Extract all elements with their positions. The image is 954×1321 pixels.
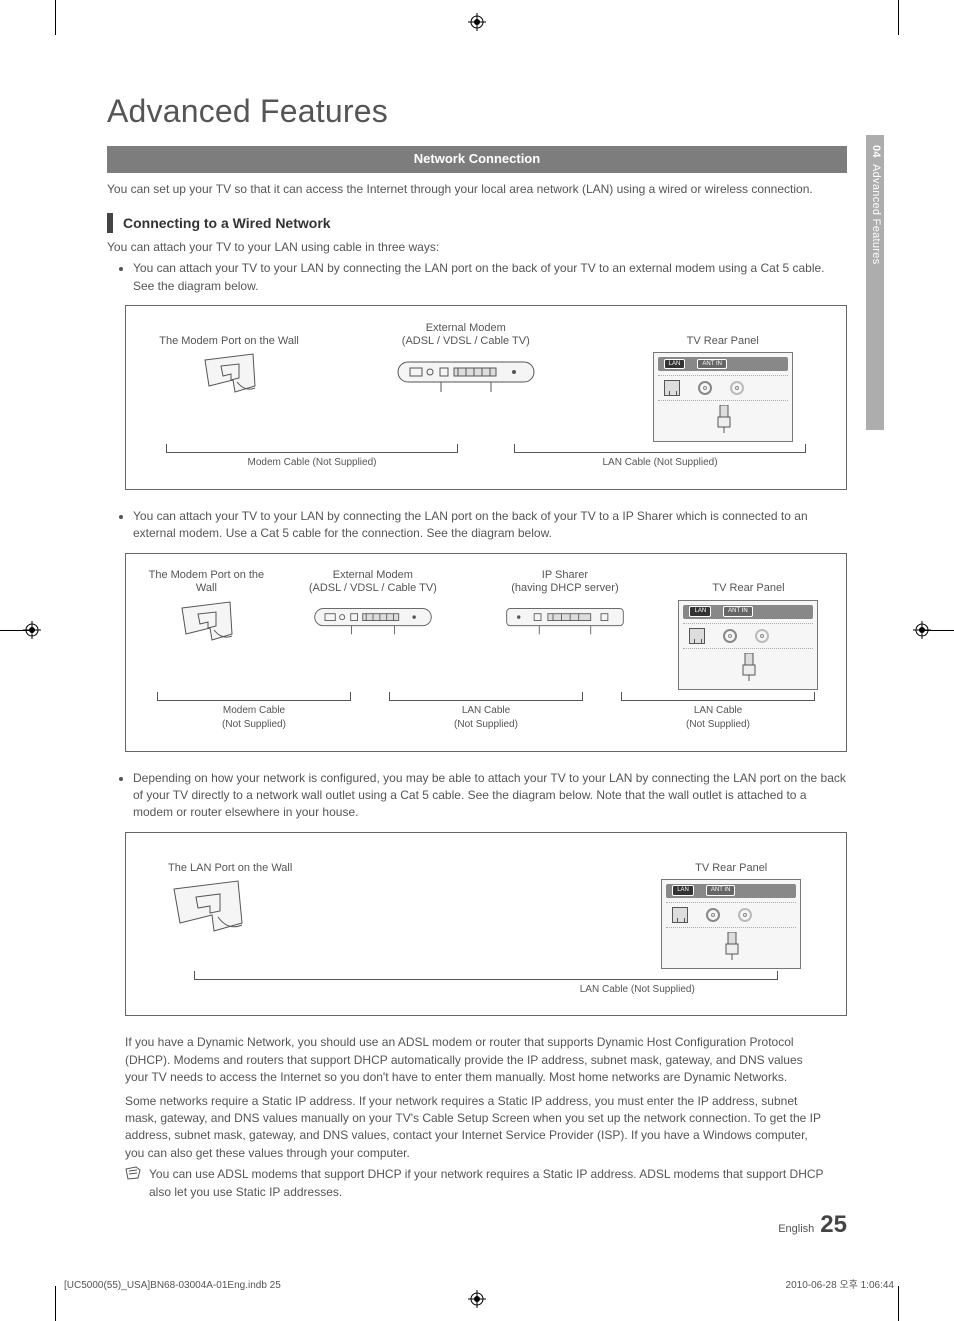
sub-heading-label: Connecting to a Wired Network — [123, 213, 331, 233]
tv-panel-label: TV Rear Panel — [695, 847, 767, 875]
wall-port-label: The Modem Port on the Wall — [159, 320, 299, 348]
side-tab: 04 Advanced Features — [866, 135, 884, 430]
modem-sublabel: (ADSL / VDSL / Cable TV) — [402, 335, 530, 348]
sharer-sublabel: (having DHCP server) — [511, 582, 618, 595]
page-content: Advanced Features Network Connection You… — [107, 88, 847, 1243]
sharer-label: IP Sharer — [511, 569, 618, 582]
list-item: You can attach your TV to your LAN by co… — [133, 260, 847, 295]
sub-heading: Connecting to a Wired Network — [107, 213, 847, 233]
page-number: 25 — [820, 1208, 847, 1243]
wall-jack-icon — [199, 352, 259, 406]
tv-rear-panel-icon: LANANT IN — [678, 600, 818, 690]
wall-jack-icon — [176, 600, 236, 654]
tv-panel-label: TV Rear Panel — [687, 320, 759, 348]
footer-lang: English — [778, 1222, 814, 1238]
cable-label: Modem Cable (Not Supplied) — [138, 692, 370, 733]
list-item: Depending on how your network is configu… — [133, 770, 847, 822]
wall-port-label: The Modem Port on the Wall — [138, 568, 275, 596]
bullet-list: You can attach your TV to your LAN by co… — [107, 508, 847, 543]
page-footer: English 25 — [778, 1208, 847, 1243]
side-tab-label: Advanced Features — [867, 164, 883, 265]
cable-label: Modem Cable (Not Supplied) — [138, 444, 486, 471]
registration-mark-icon — [22, 620, 42, 640]
lead-text: You can attach your TV to your LAN using… — [107, 239, 847, 256]
paragraph: If you have a Dynamic Network, you shoul… — [125, 1034, 829, 1086]
print-timestamp: 2010-06-28 오후 1:06:44 — [786, 1279, 894, 1294]
note-icon — [125, 1166, 141, 1201]
print-footer: [UC5000(55)_USA]BN68-03004A-01Eng.indb 2… — [64, 1279, 894, 1294]
cable-label: LAN Cable (Not Supplied) — [486, 444, 834, 471]
diagram-2: The Modem Port on the Wall External Mode… — [125, 553, 847, 752]
diagram-1: The Modem Port on the Wall External Mode… — [125, 305, 847, 490]
cable-label: LAN Cable (Not Supplied) — [602, 692, 834, 733]
modem-sublabel: (ADSL / VDSL / Cable TV) — [309, 582, 437, 595]
tv-rear-panel-icon: LANANT IN — [661, 879, 801, 969]
section-bar: Network Connection — [107, 146, 847, 173]
wall-port-label: The LAN Port on the Wall — [168, 847, 292, 875]
print-file: [UC5000(55)_USA]BN68-03004A-01Eng.indb 2… — [64, 1279, 281, 1294]
bullet-list: Depending on how your network is configu… — [107, 770, 847, 822]
wall-jack-icon — [168, 879, 248, 945]
modem-label: External Modem — [402, 322, 530, 335]
page-title: Advanced Features — [107, 88, 847, 134]
intro-text: You can set up your TV so that it can ac… — [107, 181, 847, 198]
ip-sharer-icon — [500, 600, 630, 642]
print-sheet: 04 Advanced Features Advanced Features N… — [0, 0, 954, 1321]
cable-label: LAN Cable (Not Supplied) — [370, 692, 602, 733]
paragraph: Some networks require a Static IP addres… — [125, 1093, 829, 1163]
bullet-list: You can attach your TV to your LAN by co… — [107, 260, 847, 295]
modem-icon — [396, 352, 536, 400]
note: You can use ADSL modems that support DHC… — [125, 1166, 829, 1201]
modem-icon — [308, 600, 438, 642]
diagram-3: The LAN Port on the Wall TV Rear Panel L… — [125, 832, 847, 1017]
tv-rear-panel-icon: LANANT IN — [653, 352, 793, 442]
registration-mark-icon — [467, 12, 487, 32]
registration-mark-icon — [912, 620, 932, 640]
modem-label: External Modem — [309, 569, 437, 582]
list-item: You can attach your TV to your LAN by co… — [133, 508, 847, 543]
side-tab-number: 04 — [867, 145, 883, 158]
tv-panel-label: TV Rear Panel — [712, 568, 784, 596]
note-text: You can use ADSL modems that support DHC… — [149, 1166, 829, 1201]
cable-label: LAN Cable (Not Supplied) — [138, 971, 834, 998]
